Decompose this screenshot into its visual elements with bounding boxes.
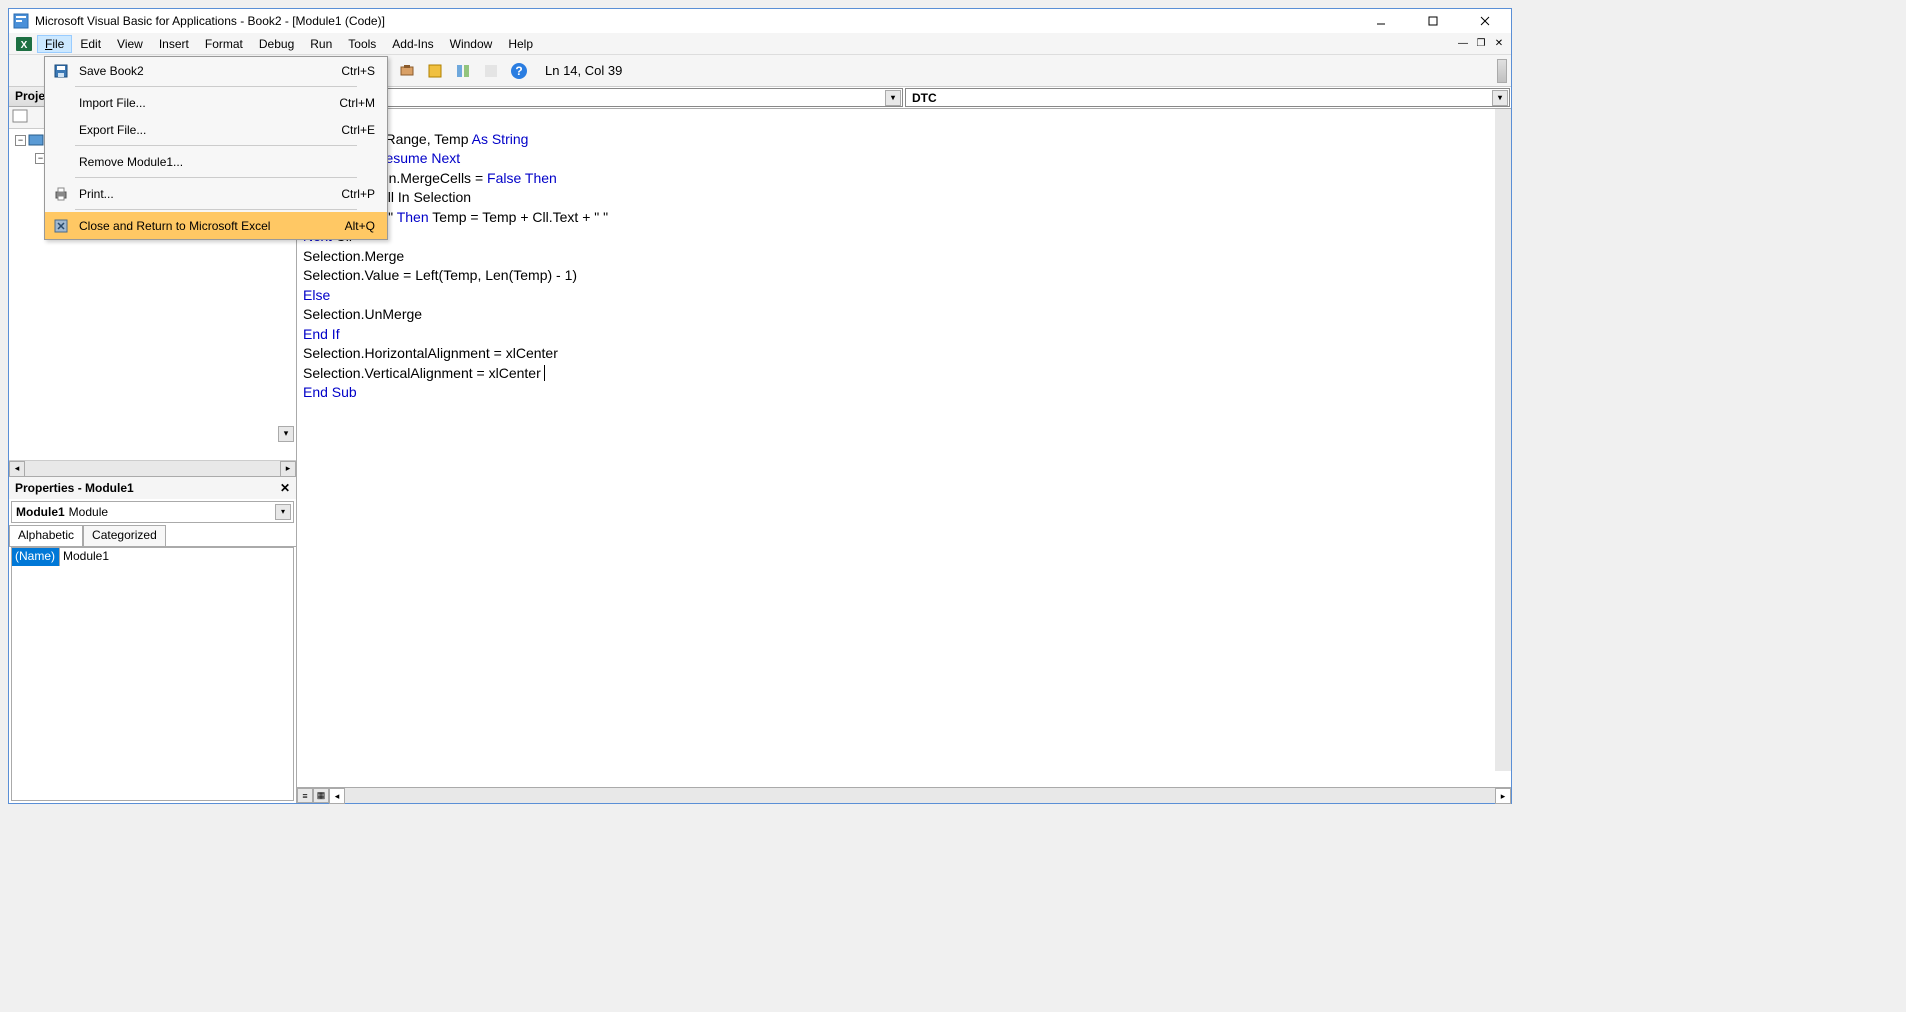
chevron-down-icon[interactable]: ▾ (885, 90, 901, 106)
menu-debug[interactable]: Debug (251, 35, 302, 53)
save-icon (47, 63, 75, 79)
scroll-right-icon[interactable]: ▸ (280, 461, 296, 477)
properties-close-icon[interactable]: ✕ (276, 479, 294, 497)
tab-categorized[interactable]: Categorized (83, 525, 166, 546)
menu-addins[interactable]: Add-Ins (384, 35, 441, 53)
menu-import-file[interactable]: Import File... Ctrl+M (45, 89, 387, 116)
properties-grid[interactable]: (Name) Module1 (11, 547, 294, 802)
properties-panel: Properties - Module1 ✕ Module1 Module ▾ … (9, 476, 296, 804)
code-editor[interactable]: C() l As Range, Temp As String or Resume… (297, 109, 1511, 787)
svg-text:X: X (21, 40, 28, 51)
app-icon (13, 13, 29, 29)
combo-type: Module (69, 505, 108, 519)
procedure-view-icon[interactable]: ≡ (297, 788, 313, 803)
help-icon[interactable]: ? (507, 59, 531, 83)
procedure-combo[interactable]: DTC ▾ (905, 88, 1510, 107)
code-vscrollbar[interactable] (1495, 109, 1511, 771)
titlebar: Microsoft Visual Basic for Applications … (9, 9, 1511, 33)
print-icon (47, 186, 75, 202)
close-button[interactable] (1467, 11, 1503, 31)
menu-window[interactable]: Window (442, 35, 501, 53)
menu-save[interactable]: Save Book2 Ctrl+S (45, 57, 387, 84)
toolbox-icon[interactable] (395, 59, 419, 83)
scroll-left-icon[interactable]: ◂ (329, 788, 345, 804)
project-icon (28, 133, 44, 147)
components-icon[interactable] (423, 59, 447, 83)
menu-edit[interactable]: Edit (72, 35, 109, 53)
property-name-cell[interactable]: (Name) (12, 548, 60, 566)
disabled-icon (479, 59, 503, 83)
properties-title: Properties - Module1 (15, 481, 134, 495)
property-value-cell[interactable]: Module1 (60, 548, 293, 566)
chevron-down-icon[interactable]: ▾ (275, 504, 291, 520)
scroll-right-icon[interactable]: ▸ (1495, 788, 1511, 804)
code-hscrollbar[interactable] (345, 788, 1495, 803)
menu-remove-module[interactable]: Remove Module1... (45, 148, 387, 175)
collapse-icon[interactable]: − (15, 135, 26, 146)
view-code-icon[interactable] (12, 109, 32, 127)
close-icon (47, 218, 75, 234)
menu-view[interactable]: View (109, 35, 151, 53)
scroll-down-icon[interactable]: ▾ (278, 426, 294, 442)
combo-name: Module1 (16, 505, 65, 519)
code-window: ▾ DTC ▾ C() l As Range, Temp As String o… (297, 87, 1511, 803)
excel-icon[interactable]: X (15, 35, 33, 53)
svg-text:?: ? (515, 64, 522, 78)
window-title: Microsoft Visual Basic for Applications … (35, 14, 1363, 28)
menu-format[interactable]: Format (197, 35, 251, 53)
menu-run[interactable]: Run (302, 35, 340, 53)
mdi-close-button[interactable]: ✕ (1491, 37, 1507, 51)
menu-file[interactable]: File (37, 35, 72, 53)
properties-object-combo[interactable]: Module1 Module ▾ (11, 501, 294, 523)
toolbar-overflow[interactable] (1497, 59, 1507, 83)
menu-export-file[interactable]: Export File... Ctrl+E (45, 116, 387, 143)
cursor-position: Ln 14, Col 39 (545, 63, 622, 78)
mdi-restore-button[interactable]: ❐ (1473, 37, 1489, 51)
minimize-button[interactable] (1363, 11, 1399, 31)
object-browser-icon[interactable] (451, 59, 475, 83)
file-dropdown-menu: Save Book2 Ctrl+S Import File... Ctrl+M … (44, 56, 388, 240)
menu-print[interactable]: Print... Ctrl+P (45, 180, 387, 207)
maximize-button[interactable] (1415, 11, 1451, 31)
full-module-view-icon[interactable]: ▦ (313, 788, 329, 803)
chevron-down-icon[interactable]: ▾ (1492, 90, 1508, 106)
menu-insert[interactable]: Insert (151, 35, 197, 53)
mdi-minimize-button[interactable]: — (1455, 37, 1471, 51)
tab-alphabetic[interactable]: Alphabetic (9, 525, 83, 546)
project-hscroll[interactable]: ◂ ▸ (9, 460, 296, 476)
object-combo[interactable]: ▾ (298, 88, 903, 107)
menubar: X File Edit View Insert Format Debug Run… (9, 33, 1511, 55)
menu-tools[interactable]: Tools (340, 35, 384, 53)
menu-help[interactable]: Help (500, 35, 541, 53)
scroll-left-icon[interactable]: ◂ (9, 461, 25, 477)
menu-close-return[interactable]: Close and Return to Microsoft Excel Alt+… (45, 212, 387, 239)
